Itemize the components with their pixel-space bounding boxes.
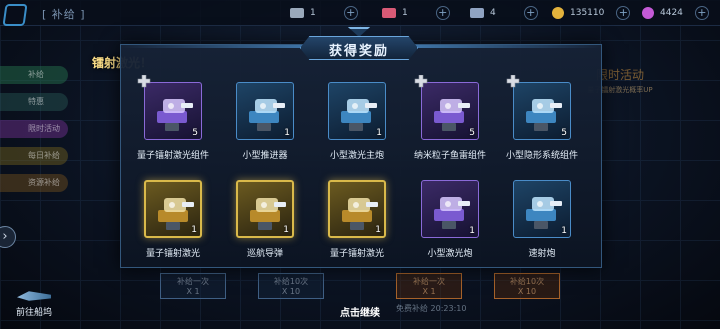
reward-card: 1 bbox=[421, 180, 479, 238]
resource-bar: [ 补给 ] 1 +1 +4 +135110 +4424 + bbox=[0, 0, 720, 26]
gold-coin-icon bbox=[552, 7, 564, 19]
reward-card: 1 bbox=[236, 82, 294, 140]
item-quantity: 1 bbox=[561, 226, 567, 236]
item-quantity: 1 bbox=[376, 128, 382, 138]
ticket-icon bbox=[290, 8, 304, 18]
reward-item[interactable]: 1 量子镭射激光 bbox=[127, 180, 219, 259]
item-name: 小型隐形系统组件 bbox=[505, 151, 578, 161]
reward-card: 5 bbox=[513, 82, 571, 140]
resource-value: 1 bbox=[310, 8, 316, 18]
go-to-dock-button[interactable]: 前往船坞 bbox=[8, 290, 60, 318]
item-quantity: 5 bbox=[192, 128, 198, 138]
crystal-icon bbox=[470, 8, 484, 18]
side-item-event[interactable]: 限时活动 bbox=[0, 120, 68, 138]
item-quantity: 1 bbox=[191, 225, 197, 235]
reward-card: 1 bbox=[144, 180, 202, 238]
reward-card: 5 bbox=[421, 82, 479, 140]
resource-value: 135110 bbox=[570, 8, 605, 18]
resource-ticket: 1 + bbox=[290, 5, 358, 21]
resource-gem: 4424 + bbox=[642, 5, 709, 21]
resource-gold-coin: 135110 + bbox=[552, 5, 631, 21]
item-quantity: 1 bbox=[469, 226, 475, 236]
laser-main-gun-icon bbox=[341, 99, 377, 131]
reward-item[interactable]: 5 小型隐形系统组件 bbox=[496, 74, 588, 161]
page-title: [ 补给 ] bbox=[42, 8, 86, 21]
side-menu: 补给 特惠 限时活动 每日补给 资源补给 bbox=[0, 66, 68, 201]
add-gem-button[interactable]: + bbox=[694, 6, 709, 20]
reward-item[interactable]: 1 量子镭射激光 bbox=[311, 180, 403, 259]
supply-ten-button-a[interactable]: 补给10次 X 10 bbox=[258, 273, 324, 299]
add-ticket-button[interactable]: + bbox=[343, 6, 358, 20]
supply-ten-button-b[interactable]: 补给10次 X 10 bbox=[494, 273, 560, 299]
item-quantity: 1 bbox=[284, 128, 290, 138]
fragment-icon bbox=[414, 74, 428, 88]
reward-item[interactable]: 5 纳米粒子鱼雷组件 bbox=[404, 74, 496, 161]
resource-value: 1 bbox=[402, 8, 408, 18]
side-item-daily[interactable]: 每日补给 bbox=[0, 147, 68, 165]
supply-once-button-a[interactable]: 补给一次 X 1 bbox=[160, 273, 226, 299]
thruster-icon bbox=[249, 99, 285, 131]
resource-value: 4424 bbox=[660, 8, 683, 18]
fragment-icon bbox=[506, 74, 520, 88]
reward-card: 1 bbox=[328, 82, 386, 140]
reward-item[interactable]: 1 小型激光炮 bbox=[404, 180, 496, 259]
supply-ten-label: 补给10次 bbox=[509, 277, 545, 286]
reward-item[interactable]: 1 巡航导弹 bbox=[219, 180, 311, 259]
item-quantity: 5 bbox=[561, 128, 567, 138]
fragment-icon bbox=[137, 74, 151, 88]
reward-item[interactable]: 1 小型推进器 bbox=[219, 82, 311, 161]
reward-card: 5 bbox=[144, 82, 202, 140]
tap-to-continue[interactable]: 点击继续 bbox=[320, 304, 400, 319]
item-name: 量子镭射激光组件 bbox=[136, 151, 209, 161]
gem-icon bbox=[642, 7, 654, 19]
item-name: 速射炮 bbox=[528, 249, 556, 259]
free-supply-timer: 免费补给 20:23:10 bbox=[396, 304, 467, 313]
side-item-supply[interactable]: 补给 bbox=[0, 66, 68, 84]
add-gold-coin-button[interactable]: + bbox=[616, 6, 631, 20]
item-name: 量子镭射激光 bbox=[145, 249, 200, 259]
supply-once-label: 补给一次 bbox=[177, 277, 209, 286]
quantum-laser-part-icon bbox=[157, 99, 193, 131]
reward-card: 1 bbox=[236, 180, 294, 238]
supply-once-cost: X 1 bbox=[186, 287, 200, 296]
resource-value: 4 bbox=[490, 8, 496, 18]
reward-item[interactable]: 5 量子镭射激光组件 bbox=[127, 74, 219, 161]
supply-ten-cost: X 10 bbox=[517, 287, 537, 296]
supply-ten-cost: X 10 bbox=[281, 287, 301, 296]
small-laser-cannon-icon bbox=[434, 197, 470, 229]
dialog-title: 获得奖励 bbox=[328, 44, 389, 59]
reward-card: 1 bbox=[513, 180, 571, 238]
item-name: 小型激光主炮 bbox=[329, 151, 384, 161]
add-crystal-button[interactable]: + bbox=[523, 6, 538, 20]
supply-once-label: 补给一次 bbox=[413, 277, 445, 286]
add-flag-ticket-button[interactable]: + bbox=[435, 6, 450, 20]
reward-item[interactable]: 1 小型激光主炮 bbox=[311, 82, 403, 161]
rapid-fire-cannon-icon bbox=[526, 197, 562, 229]
supply-once-cost: X 1 bbox=[422, 287, 436, 296]
dock-label: 前往船坞 bbox=[15, 308, 52, 318]
reward-item[interactable]: 1 速射炮 bbox=[496, 180, 588, 259]
item-name: 纳米粒子鱼雷组件 bbox=[413, 151, 486, 161]
ship-icon bbox=[17, 291, 51, 301]
item-quantity: 1 bbox=[283, 225, 289, 235]
nano-torpedo-part-icon bbox=[434, 99, 470, 131]
item-name: 小型推进器 bbox=[242, 151, 288, 161]
side-item-sale[interactable]: 特惠 bbox=[0, 93, 68, 111]
reward-card: 1 bbox=[328, 180, 386, 238]
item-name: 小型激光炮 bbox=[427, 249, 473, 259]
supply-ten-label: 补给10次 bbox=[273, 277, 309, 286]
item-name: 量子镭射激光 bbox=[329, 249, 384, 259]
stealth-system-part-icon bbox=[526, 99, 562, 131]
resource-flag-ticket: 1 + bbox=[382, 5, 450, 21]
item-quantity: 5 bbox=[469, 128, 475, 138]
side-item-resource[interactable]: 资源补给 bbox=[0, 174, 68, 192]
item-name: 巡航导弹 bbox=[246, 249, 283, 259]
back-button[interactable] bbox=[2, 4, 28, 26]
resource-crystal: 4 + bbox=[470, 5, 538, 21]
item-quantity: 1 bbox=[375, 225, 381, 235]
flag-ticket-icon bbox=[382, 8, 396, 18]
supply-once-button-b[interactable]: 补给一次 X 1 bbox=[396, 273, 462, 299]
